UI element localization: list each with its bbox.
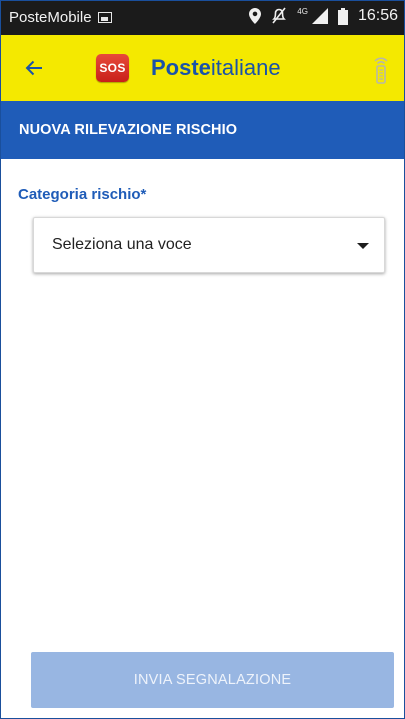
category-label: Categoria rischio* <box>18 186 147 203</box>
brand-regular: italiane <box>210 55 281 80</box>
signal-icon <box>311 8 328 24</box>
sos-label: SOS <box>99 61 126 75</box>
back-button[interactable] <box>19 53 49 83</box>
brand-bold: Poste <box>151 55 211 80</box>
battery-icon <box>337 7 348 25</box>
submit-report-button[interactable]: INVIA SEGNALAZIONE <box>31 652 394 708</box>
app-toolbar: SOS Posteitaliane <box>1 35 404 101</box>
carrier-name: PosteMobile <box>9 9 92 26</box>
status-left: PosteMobile <box>9 9 112 26</box>
submit-label: INVIA SEGNALAZIONE <box>133 672 292 688</box>
arrow-left-icon <box>25 60 42 76</box>
sos-logo: SOS <box>96 54 129 82</box>
page-title: NUOVA RILEVAZIONE RISCHIO <box>19 122 238 138</box>
category-select-value: Seleziona una voce <box>52 236 192 253</box>
gallery-icon <box>97 12 112 23</box>
category-select[interactable]: Seleziona una voce <box>33 217 385 273</box>
brand-logo: Posteitaliane <box>151 55 281 81</box>
caret-down-icon <box>357 243 369 249</box>
clock: 16:56 <box>357 7 398 24</box>
status-right: 4G 16:56 <box>249 7 398 25</box>
beacon-button[interactable] <box>370 53 392 85</box>
app-screen: PosteMobile 4G 16:56 SOS Posteitaliane N… <box>0 0 405 719</box>
beacon-icon <box>374 57 388 84</box>
mute-icon <box>272 7 287 24</box>
title-bar: NUOVA RILEVAZIONE RISCHIO <box>1 101 404 159</box>
status-bar: PosteMobile 4G 16:56 <box>1 1 404 35</box>
location-pin-icon <box>249 8 262 24</box>
network-type: 4G <box>297 6 308 16</box>
